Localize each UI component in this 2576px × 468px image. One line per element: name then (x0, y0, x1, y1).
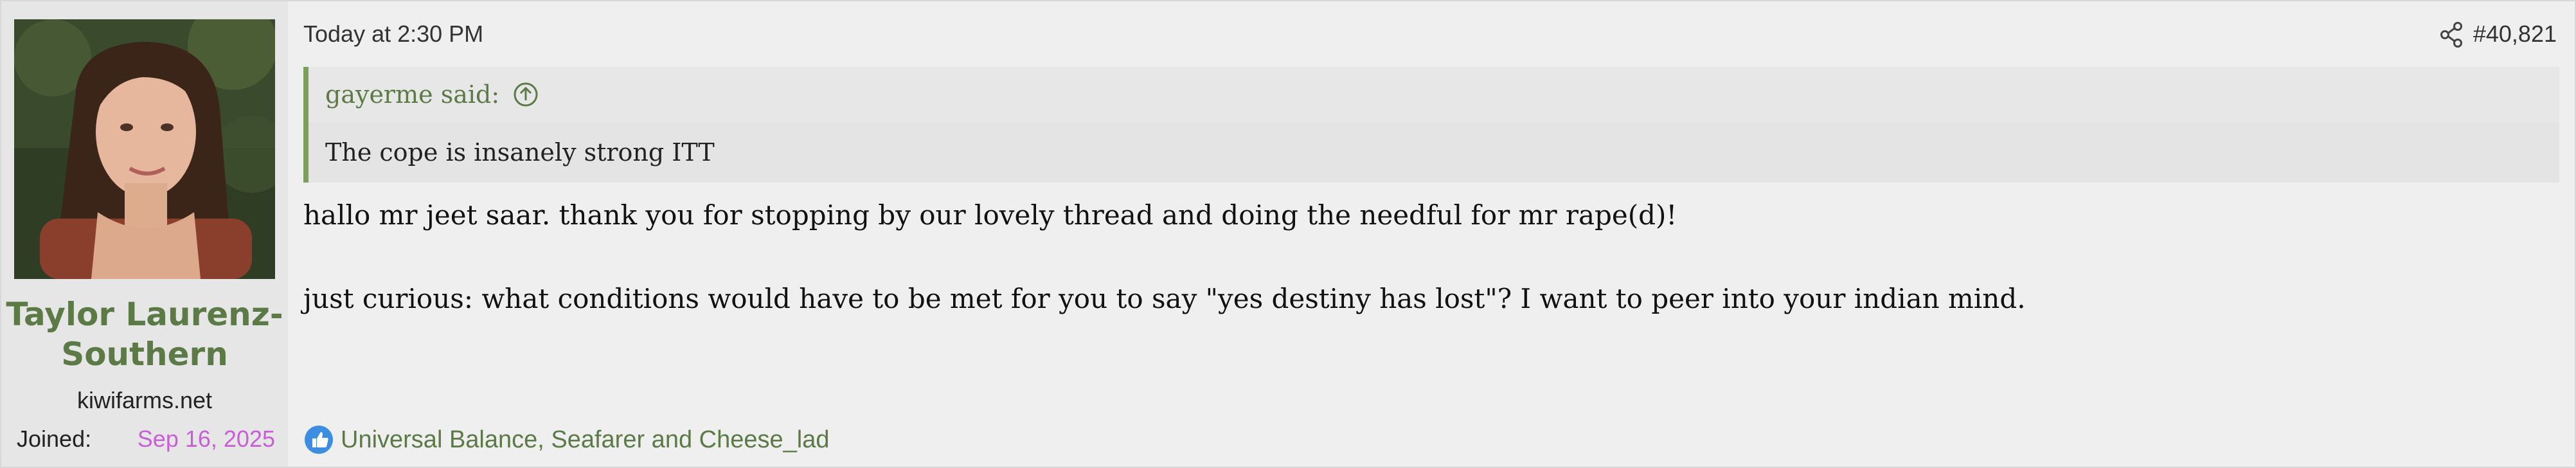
quote-author[interactable]: gayerme said: (325, 80, 499, 109)
quote-block: gayerme said: The cope is insanely stron… (303, 67, 2559, 183)
like-icon[interactable] (303, 424, 334, 455)
joined-row: Joined: Sep 16, 2025 (17, 426, 275, 453)
user-sidebar: Taylor Laurenz- Southern kiwifarms.net J… (1, 1, 288, 467)
post-main: Today at 2:30 PM #40,821 gayerme said: T… (288, 1, 2575, 467)
username-line-1: Taylor Laurenz- (6, 296, 283, 333)
post-number-link[interactable]: #40,821 (2473, 21, 2557, 48)
share-icon[interactable] (2437, 21, 2465, 49)
avatar-image (14, 19, 275, 279)
message-body: hallo mr jeet saar. thank you for stoppi… (303, 194, 2549, 320)
arrow-up-circle-icon[interactable] (512, 81, 539, 108)
reactions-list[interactable]: Universal Balance, Seafarer and Cheese_l… (341, 426, 829, 454)
reactions-bar: Universal Balance, Seafarer and Cheese_l… (303, 424, 829, 455)
quote-text: The cope is insanely strong ITT (325, 138, 715, 166)
joined-date: Sep 16, 2025 (137, 426, 275, 452)
message-paragraph: just curious: what conditions would have… (303, 283, 2026, 314)
joined-label: Joined: (17, 426, 92, 452)
forum-post: Taylor Laurenz- Southern kiwifarms.net J… (0, 0, 2576, 468)
username[interactable]: Taylor Laurenz- Southern (1, 294, 288, 374)
user-avatar[interactable] (14, 19, 275, 279)
user-site: kiwifarms.net (76, 387, 213, 413)
message-paragraph: hallo mr jeet saar. thank you for stoppi… (303, 199, 1677, 231)
username-line-2: Southern (61, 336, 228, 373)
quote-header: gayerme said: (309, 67, 2559, 122)
post-timestamp[interactable]: Today at 2:30 PM (303, 21, 483, 48)
